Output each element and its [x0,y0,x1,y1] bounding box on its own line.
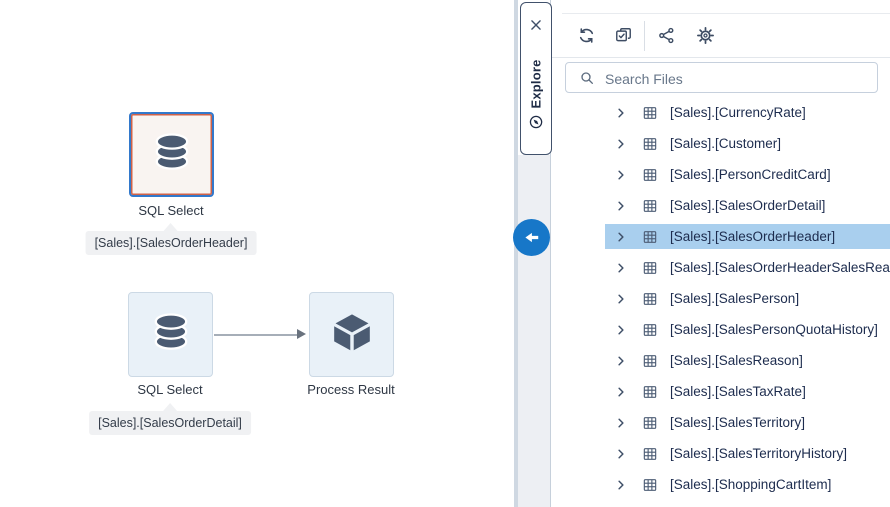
node-process-result[interactable] [309,292,394,377]
file-label: [Sales].[ShoppingCartItem] [670,477,831,492]
file-row[interactable]: [Sales].[SalesTerritory] [605,410,890,435]
node-sql-select-2[interactable] [128,292,213,377]
edge-connector [214,334,298,336]
file-row[interactable]: [Sales].[SalesTerritoryHistory] [605,441,890,466]
file-row[interactable]: [Sales].[SalesOrderHeaderSalesReason] [605,255,890,280]
chevron-right-icon[interactable] [615,417,627,429]
node-tooltip: [Sales].[SalesOrderHeader] [86,231,257,255]
file-label: [Sales].[SalesReason] [670,353,803,368]
table-icon [642,198,658,214]
chevron-right-icon[interactable] [615,231,627,243]
node-label: SQL Select [71,203,271,218]
file-row[interactable]: [Sales].[SalesTaxRate] [605,379,890,404]
file-label: [Sales].[Customer] [670,136,781,151]
file-list: [Sales].[CurrencyRate] [Sales].[Customer… [550,100,890,503]
toolbar-top-divider [562,13,890,14]
refresh-icon[interactable] [572,21,600,49]
file-label: [Sales].[CurrencyRate] [670,105,806,120]
table-icon [642,136,658,152]
table-icon [642,446,658,462]
database-icon [144,127,200,182]
toolbar-bottom-divider [551,57,890,58]
file-row[interactable]: [Sales].[PersonCreditCard] [605,162,890,187]
chevron-right-icon[interactable] [615,293,627,305]
file-label: [Sales].[SalesOrderDetail] [670,198,825,213]
file-label: [Sales].[SalesPerson] [670,291,799,306]
close-icon[interactable] [528,17,544,33]
chevron-right-icon[interactable] [615,386,627,398]
panel-gutter [518,155,550,507]
chevron-right-icon[interactable] [615,448,627,460]
chevron-right-icon[interactable] [615,200,627,212]
compass-icon [529,114,544,129]
chevron-right-icon[interactable] [615,169,627,181]
file-label: [Sales].[SalesTerritoryHistory] [670,446,847,461]
search-icon [579,70,595,86]
table-icon [642,322,658,338]
chevron-right-icon[interactable] [615,355,627,367]
table-icon [642,477,658,493]
database-icon [143,307,199,362]
settings-gear-icon[interactable] [691,21,719,49]
node-label: SQL Select [70,382,270,397]
search-box [565,62,878,93]
explore-tab-label-wrap: Explore [521,38,551,150]
file-label: [Sales].[SalesOrderHeaderSalesReason] [670,260,890,275]
chevron-right-icon[interactable] [615,138,627,150]
batch-check-icon[interactable] [609,21,637,49]
arrow-left-icon [522,228,541,247]
table-icon [642,105,658,121]
collapse-panel-button[interactable] [513,219,550,256]
file-row[interactable]: [Sales].[ShoppingCartItem] [605,472,890,497]
file-label: [Sales].[PersonCreditCard] [670,167,831,182]
file-row[interactable]: [Sales].[CurrencyRate] [605,100,890,125]
table-icon [642,167,658,183]
file-row[interactable]: [Sales].[SalesOrderDetail] [605,193,890,218]
table-icon [642,353,658,369]
chevron-right-icon[interactable] [615,479,627,491]
tab-explore[interactable]: Explore [520,2,552,155]
file-row[interactable]: [Sales].[SalesReason] [605,348,890,373]
table-icon [642,291,658,307]
explore-tab-label: Explore [529,59,544,108]
share-icon[interactable] [652,21,680,49]
edge-arrowhead-icon [297,329,306,339]
file-row[interactable]: [Sales].[SalesPersonQuotaHistory] [605,317,890,342]
node-tooltip: [Sales].[SalesOrderDetail] [89,411,251,435]
file-row[interactable]: [Sales].[Customer] [605,131,890,156]
table-icon [642,260,658,276]
file-row[interactable]: [Sales].[SalesPerson] [605,286,890,311]
cube-icon [329,309,375,360]
chevron-right-icon[interactable] [615,107,627,119]
file-label: [Sales].[SalesTaxRate] [670,384,806,399]
table-icon [642,384,658,400]
table-icon [642,415,658,431]
chevron-right-icon[interactable] [615,262,627,274]
file-label: [Sales].[SalesPersonQuotaHistory] [670,322,878,337]
node-sql-select-1[interactable] [129,112,214,197]
file-label: [Sales].[SalesOrderHeader] [670,229,835,244]
node-label: Process Result [251,382,451,397]
file-row[interactable]: [Sales].[SalesOrderHeader] [605,224,890,249]
chevron-right-icon[interactable] [615,324,627,336]
table-icon [642,229,658,245]
toolbar-divider [644,21,645,51]
search-input[interactable] [603,63,873,94]
file-label: [Sales].[SalesTerritory] [670,415,805,430]
